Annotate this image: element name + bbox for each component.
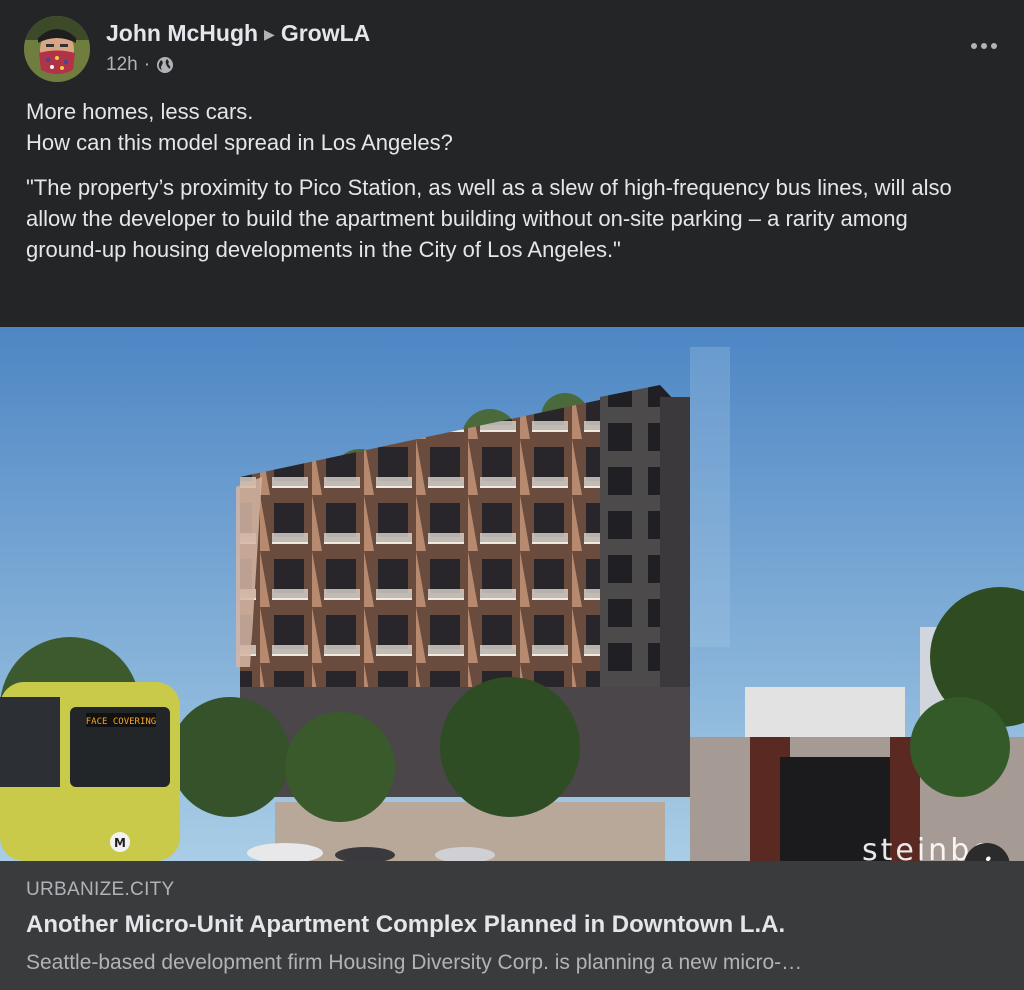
post-quote: "The property’s proximity to Pico Statio…: [26, 175, 952, 262]
meta-separator: ·: [143, 54, 151, 75]
more-dot: [971, 43, 977, 49]
author-name[interactable]: John McHugh: [106, 20, 258, 46]
link-domain: URBANIZE.CITY: [26, 879, 175, 900]
post-header: John McHugh ▶ GrowLA 12h ·: [24, 14, 1000, 86]
building-rendering: FACE COVERING M steinbe: [0, 327, 1024, 861]
link-preview-image[interactable]: FACE COVERING M steinbe i: [0, 327, 1024, 861]
info-label: i: [982, 852, 991, 862]
link-preview[interactable]: URBANIZE.CITY Another Micro-Unit Apartme…: [0, 861, 1024, 990]
group-name[interactable]: GrowLA: [281, 20, 370, 46]
more-options-button[interactable]: [964, 32, 1004, 60]
globe-icon: [157, 57, 174, 73]
post-body: More homes, less cars. How can this mode…: [26, 96, 986, 265]
more-dot: [981, 43, 987, 49]
shared-to-arrow-icon: ▶: [264, 26, 275, 42]
more-dot: [991, 43, 997, 49]
avatar[interactable]: [24, 16, 90, 82]
link-title[interactable]: Another Micro-Unit Apartment Complex Pla…: [26, 911, 785, 939]
post-time[interactable]: 12h: [106, 54, 138, 76]
link-description: Seattle-based development firm Housing D…: [26, 951, 803, 974]
author-line: John McHugh ▶ GrowLA: [106, 20, 370, 47]
train-sign-text: FACE COVERING: [86, 717, 156, 727]
post-text-line: How can this model spread in Los Angeles…: [26, 130, 453, 155]
train-logo-text: M: [114, 836, 126, 850]
post-text-line: More homes, less cars.: [26, 99, 254, 124]
post-meta: 12h ·: [106, 54, 174, 76]
avatar-photo: [24, 16, 90, 82]
